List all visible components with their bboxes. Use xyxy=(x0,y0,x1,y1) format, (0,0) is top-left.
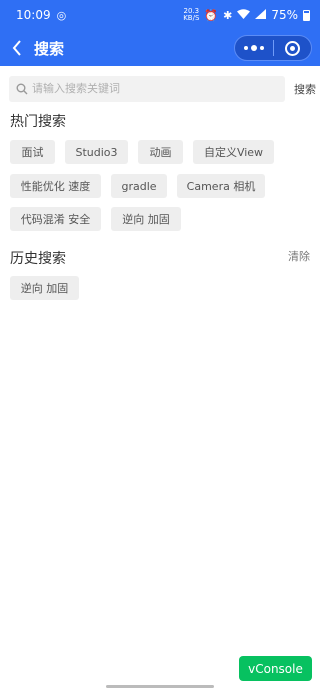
history-tag[interactable]: 逆向 加固 xyxy=(10,276,79,300)
vconsole-button[interactable]: vConsole xyxy=(239,656,312,681)
page-title: 搜索 xyxy=(34,39,65,58)
signal-icon xyxy=(255,8,267,22)
hot-tag[interactable]: 面试 xyxy=(10,140,55,164)
hot-tag[interactable]: 自定义View xyxy=(193,140,274,164)
clear-history-button[interactable]: 清除 xyxy=(288,248,310,264)
status-time: 10:09 xyxy=(16,8,51,22)
status-bar: 10:09 ◎ 20.3 KB/S ⏰ ✱ 75% xyxy=(0,0,320,30)
close-miniprogram-button[interactable] xyxy=(274,40,311,56)
target-icon xyxy=(285,40,300,56)
back-button[interactable] xyxy=(0,30,34,66)
miniprogram-capsule xyxy=(234,35,312,61)
battery-icon xyxy=(303,9,310,21)
hot-search-title: 热门搜索 xyxy=(10,114,66,130)
hot-tag[interactable]: Studio3 xyxy=(65,140,128,164)
search-row: 搜索 xyxy=(9,75,316,102)
search-box[interactable] xyxy=(9,75,285,102)
more-menu-button[interactable] xyxy=(235,45,273,51)
hot-tag[interactable]: 动画 xyxy=(138,140,183,164)
hot-tag[interactable]: gradle xyxy=(111,174,167,198)
hot-tag[interactable]: 逆向 加固 xyxy=(111,207,181,231)
hot-tag[interactable]: Camera 相机 xyxy=(177,174,265,198)
battery-percent: 75% xyxy=(271,8,298,22)
home-indicator xyxy=(106,685,214,688)
hot-tag[interactable]: 代码混淆 安全 xyxy=(10,207,101,231)
wifi-icon xyxy=(237,8,251,22)
bluetooth-icon: ✱ xyxy=(223,8,233,22)
alarm-icon: ⏰ xyxy=(204,8,219,22)
nav-bar: 搜索 xyxy=(0,30,320,66)
status-icons: 20.3 KB/S ⏰ ✱ 75% xyxy=(183,8,310,22)
search-input[interactable] xyxy=(32,82,272,95)
search-icon xyxy=(16,83,28,94)
search-button[interactable]: 搜索 xyxy=(294,81,316,97)
hot-tag[interactable]: 性能优化 速度 xyxy=(10,174,101,198)
history-search-title: 历史搜索 xyxy=(10,251,66,267)
app-notification-icon: ◎ xyxy=(56,8,67,22)
network-speed-icon: 20.3 KB/S xyxy=(183,7,200,22)
chevron-left-icon xyxy=(12,40,21,56)
